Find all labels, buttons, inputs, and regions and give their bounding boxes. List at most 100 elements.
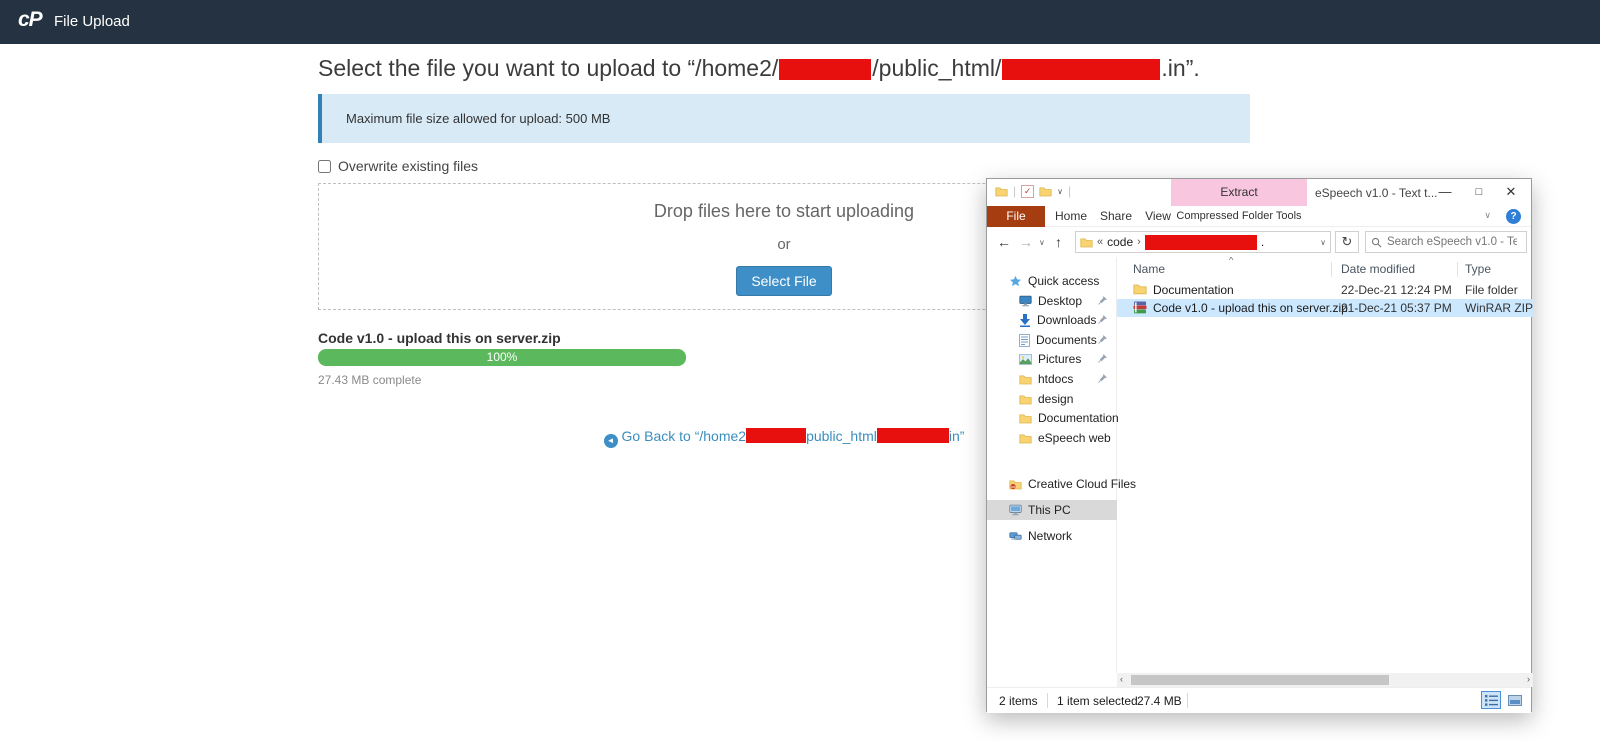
back-link-suffix: in” xyxy=(949,428,965,444)
sidebar-item-this-pc[interactable]: This PC xyxy=(987,500,1117,520)
file-name: Documentation xyxy=(1153,283,1234,297)
breadcrumb-separator-icon[interactable]: › xyxy=(1137,236,1141,248)
search-icon xyxy=(1371,237,1382,248)
scrollbar-thumb[interactable] xyxy=(1131,675,1389,685)
sidebar-item-documentation[interactable]: Documentation xyxy=(987,408,1117,428)
search-input[interactable] xyxy=(1387,236,1517,248)
folder-icon xyxy=(1019,413,1032,424)
nav-history-icon[interactable]: ∨ xyxy=(1039,238,1045,247)
upload-heading: Select the file you want to upload to “/… xyxy=(318,55,1200,82)
scroll-left-icon[interactable]: ‹ xyxy=(1120,674,1123,684)
sidebar-label: Pictures xyxy=(1038,352,1081,366)
sidebar-item-htdocs[interactable]: htdocs xyxy=(987,369,1117,389)
properties-check-icon[interactable]: ✓ xyxy=(1021,185,1034,198)
page-title: File Upload xyxy=(54,13,130,30)
sidebar-label: Documentation xyxy=(1038,411,1119,425)
sidebar-item-documents[interactable]: Documents xyxy=(987,330,1117,350)
sidebar-item-pictures[interactable]: Pictures xyxy=(987,349,1117,369)
file-type: WinRAR ZIP arch xyxy=(1465,301,1533,315)
star-icon xyxy=(1009,275,1022,288)
search-box[interactable] xyxy=(1365,231,1527,253)
thumbnail-view-button[interactable] xyxy=(1505,691,1525,709)
window-title: eSpeech v1.0 - Text t... xyxy=(1315,186,1438,200)
ribbon-collapse-icon[interactable]: ∨ xyxy=(1484,210,1491,221)
sidebar-item-desktop[interactable]: Desktop xyxy=(987,291,1117,311)
item-count: 2 items xyxy=(999,694,1038,708)
folder-icon xyxy=(1080,237,1093,248)
sidebar-label: This PC xyxy=(1028,503,1071,517)
extract-context-header[interactable]: Extract xyxy=(1171,179,1307,206)
details-view-button[interactable] xyxy=(1481,691,1501,709)
column-divider[interactable] xyxy=(1457,262,1458,277)
upload-progress-bar: 100% xyxy=(318,349,686,366)
minimize-button[interactable]: — xyxy=(1429,179,1461,206)
file-row-code-zip[interactable]: Code v1.0 - upload this on server.zip 21… xyxy=(1117,299,1533,317)
explorer-titlebar: | ✓ ∨ | Extract eSpeech v1.0 - Text t...… xyxy=(987,179,1531,206)
monitor-icon xyxy=(1019,295,1032,307)
heading-text-suffix: .in”. xyxy=(1161,55,1199,81)
address-bar: ← → ∨ ↑ « code › . ∨ ↻ xyxy=(987,227,1531,257)
file-name: Code v1.0 - upload this on server.zip xyxy=(1153,301,1348,315)
horizontal-scrollbar[interactable]: ‹ › xyxy=(1117,673,1533,687)
refresh-icon[interactable]: ↻ xyxy=(1335,231,1359,253)
sidebar-item-creative-cloud-files[interactable]: oo Creative Cloud Files xyxy=(987,474,1117,494)
overwrite-checkbox[interactable] xyxy=(318,160,331,173)
tab-file[interactable]: File xyxy=(987,206,1045,227)
select-file-button[interactable]: Select File xyxy=(736,266,831,296)
tab-compressed-folder-tools[interactable]: Compressed Folder Tools xyxy=(1171,206,1307,227)
help-icon[interactable]: ? xyxy=(1506,209,1521,224)
toolbar-separator: | xyxy=(1013,184,1016,198)
redaction-back-domain xyxy=(877,428,949,443)
column-header-name[interactable]: Name xyxy=(1133,262,1165,276)
folder-icon xyxy=(1019,374,1032,385)
breadcrumb-back[interactable]: « xyxy=(1097,236,1103,248)
redaction-domain xyxy=(1002,59,1160,80)
sidebar-label: Quick access xyxy=(1028,274,1099,288)
sidebar-label: htdocs xyxy=(1038,372,1073,386)
tab-home[interactable]: Home xyxy=(1049,206,1093,227)
folder-icon[interactable] xyxy=(995,186,1008,197)
address-dropdown-icon[interactable]: ∨ xyxy=(1320,238,1326,247)
scroll-right-icon[interactable]: › xyxy=(1527,674,1530,684)
document-icon xyxy=(1019,334,1030,347)
sort-ascending-icon: ^ xyxy=(1229,257,1233,265)
new-folder-icon[interactable] xyxy=(1039,186,1052,197)
maximize-button[interactable]: □ xyxy=(1463,179,1495,206)
explorer-body: Quick access Desktop Downloads Documents… xyxy=(987,257,1533,673)
column-header-type[interactable]: Type xyxy=(1465,262,1491,276)
upload-status: 27.43 MB complete xyxy=(318,373,421,387)
tab-share[interactable]: Share xyxy=(1095,206,1137,227)
heading-text-prefix: Select the file you want to upload to “/… xyxy=(318,55,778,81)
sidebar-item-downloads[interactable]: Downloads xyxy=(987,310,1117,330)
upload-filename: Code v1.0 - upload this on server.zip xyxy=(318,330,561,346)
network-icon xyxy=(1009,530,1022,542)
nav-up-icon[interactable]: ↑ xyxy=(1055,234,1062,250)
customize-toolbar-icon[interactable]: ∨ xyxy=(1057,187,1063,196)
folder-icon xyxy=(1019,433,1032,444)
pin-icon xyxy=(1098,315,1107,324)
back-arrow-icon: ◄ xyxy=(604,434,618,448)
back-link-middle: public_html xyxy=(806,428,877,444)
creative-cloud-folder-icon: oo xyxy=(1009,479,1022,490)
max-size-text: Maximum file size allowed for upload: 50… xyxy=(346,111,610,126)
file-list: ^ Name Date modified Type Documentation … xyxy=(1117,257,1533,673)
nav-back-icon[interactable]: ← xyxy=(997,234,1011,250)
file-row-documentation[interactable]: Documentation 22-Dec-21 12:24 PM File fo… xyxy=(1117,281,1533,299)
sidebar-item-quick-access[interactable]: Quick access xyxy=(987,271,1117,291)
file-date: 22-Dec-21 12:24 PM xyxy=(1341,283,1452,297)
sidebar-item-design[interactable]: design xyxy=(987,389,1117,409)
folder-icon xyxy=(1133,283,1147,295)
svg-text:oo: oo xyxy=(1011,483,1016,488)
sidebar-label: Network xyxy=(1028,529,1072,543)
address-input[interactable]: « code › . ∨ xyxy=(1075,231,1331,253)
column-divider[interactable] xyxy=(1331,262,1332,277)
nav-forward-icon[interactable]: → xyxy=(1019,234,1033,250)
sidebar-item-network[interactable]: Network xyxy=(987,526,1117,546)
breadcrumb-folder[interactable]: code xyxy=(1107,235,1133,249)
sidebar-item-espeech-web[interactable]: eSpeech web xyxy=(987,428,1117,448)
close-button[interactable]: ✕ xyxy=(1495,179,1527,206)
picture-icon xyxy=(1019,354,1032,365)
sidebar-label: Documents xyxy=(1036,333,1097,347)
breadcrumb-trailing: . xyxy=(1261,235,1264,249)
column-header-date-modified[interactable]: Date modified xyxy=(1341,262,1415,276)
